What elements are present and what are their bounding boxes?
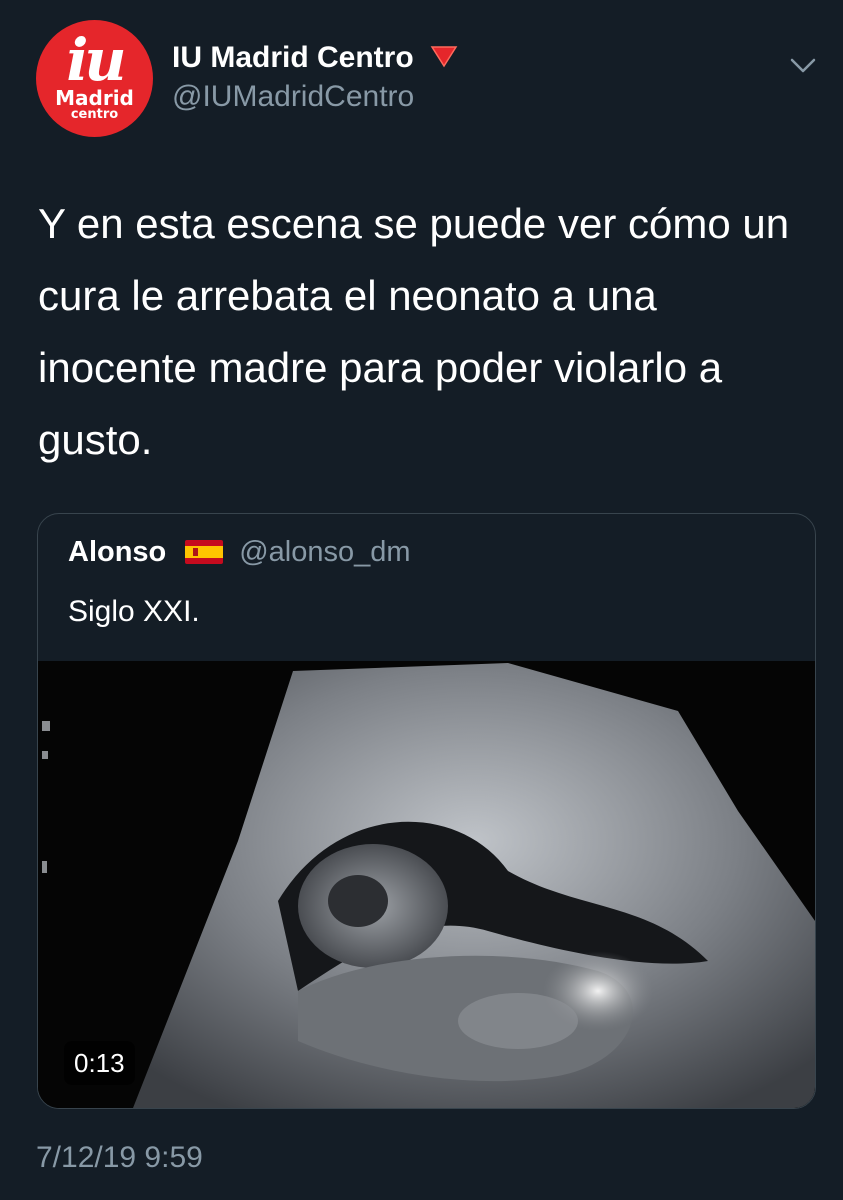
avatar[interactable]: iu Madrid centro xyxy=(36,20,153,137)
avatar-logo-text: iu xyxy=(66,26,126,94)
author-display-name[interactable]: IU Madrid Centro xyxy=(172,41,414,74)
quoted-tweet-text: Siglo XXI. xyxy=(68,595,200,628)
chevron-down-icon[interactable] xyxy=(790,58,816,74)
ultrasound-video-thumbnail xyxy=(38,661,815,1108)
tweet-text: Y en esta escena se puede ver cómo un cu… xyxy=(38,200,790,463)
quoted-author-name: Alonso xyxy=(68,536,167,568)
red-down-triangle-icon xyxy=(430,41,458,77)
quoted-tweet-card[interactable]: Alonso @alonso_dm Siglo XXI. 0:13 xyxy=(37,513,816,1109)
tweet-timestamp[interactable]: 7/12/19 9:59 xyxy=(36,1138,203,1178)
author-info[interactable]: IU Madrid Centro @IUMadridCentro xyxy=(172,40,458,117)
spain-flag-icon xyxy=(184,540,223,564)
avatar-logo-line2: centro xyxy=(70,107,119,122)
video-duration: 0:13 xyxy=(64,1041,135,1085)
video-player[interactable]: 0:13 xyxy=(38,661,815,1108)
quoted-author-handle: @alonso_dm xyxy=(239,536,411,568)
author-handle[interactable]: @IUMadridCentro xyxy=(172,77,458,117)
tweet-header: iu Madrid centro IU Madrid Centro @IUMad… xyxy=(36,20,816,140)
avatar-logo-line1: Madrid xyxy=(55,86,134,110)
quoted-tweet-header: Alonso @alonso_dm xyxy=(68,536,411,569)
